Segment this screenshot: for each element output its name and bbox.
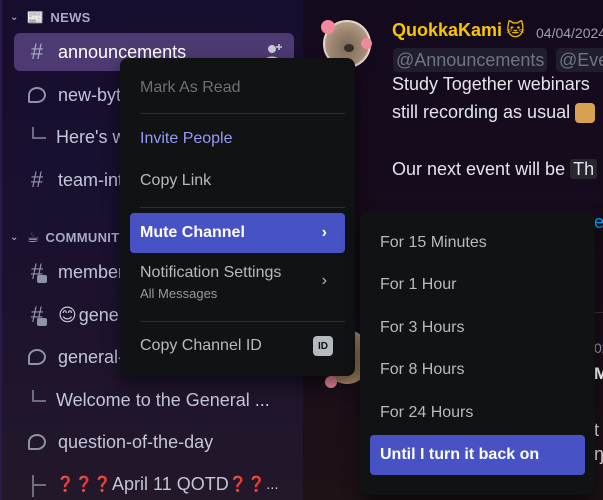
hash-icon: # — [30, 39, 44, 64]
channel-label: question-of-the-day — [58, 431, 214, 452]
author-fragment: M — [594, 364, 603, 383]
mute-option-8-hours[interactable]: For 8 Hours — [370, 350, 585, 390]
thread-label: Welcome to the General ... — [56, 389, 270, 410]
message-timestamp: 04/04/2024 — [536, 25, 603, 41]
category-news[interactable]: ⌄ 📰 NEWS — [10, 7, 91, 27]
menu-separator — [140, 321, 345, 322]
channel-context-menu: Mark As Read Invite People Copy Link Mut… — [120, 58, 355, 376]
id-badge-icon: ID — [313, 336, 333, 356]
hash-thread-icon: # — [30, 259, 48, 284]
menu-item-copy-link[interactable]: Copy Link — [130, 161, 345, 201]
coffee-icon: ☕ — [26, 228, 40, 245]
message-author[interactable]: QuokkaKami 🐱 — [392, 20, 525, 41]
category-community[interactable]: ⌄ ☕ COMMUNITY — [10, 227, 128, 247]
message-text: Our next event will be Th — [392, 159, 598, 180]
hash-thread-icon: # — [30, 302, 48, 327]
menu-item-invite-people[interactable]: Invite People — [130, 119, 345, 159]
hash-icon: # — [30, 167, 44, 192]
menu-item-mute-channel[interactable]: Mute Channel › — [130, 213, 345, 253]
question-emoji-icon: ❓❓... — [228, 476, 279, 493]
link-text[interactable]: er — [594, 212, 603, 233]
smile-emoji-icon: 😊 — [58, 304, 77, 325]
menu-separator — [140, 207, 345, 208]
flower-decoration-icon — [325, 376, 337, 388]
question-emoji-icon: ❓❓❓ — [56, 476, 113, 493]
chevron-right-icon: › — [321, 272, 327, 289]
thread-label: April 11 QOTD — [112, 473, 229, 494]
message-text-fragment: ŋ — [594, 444, 603, 464]
channel-question-of-the-day[interactable]: question-of-the-day — [14, 423, 294, 461]
category-label: COMMUNITY — [45, 229, 129, 245]
mute-option-until-turned-back-on[interactable]: Until I turn it back on — [370, 435, 585, 475]
newspaper-icon: 📰 — [26, 8, 45, 25]
menu-item-mark-as-read[interactable]: Mark As Read — [130, 68, 345, 108]
forum-icon — [26, 434, 48, 450]
inline-code: Th — [570, 159, 598, 179]
mute-option-3-hours[interactable]: For 3 Hours — [370, 308, 585, 348]
thread-spine-icon — [32, 390, 46, 402]
menu-item-notification-settings[interactable]: Notification Settings All Messages › — [130, 258, 345, 308]
mute-option-15-minutes[interactable]: For 15 Minutes — [370, 223, 585, 263]
cool-dog-emoji-icon — [575, 103, 596, 124]
category-label: NEWS — [50, 9, 91, 25]
notification-setting-value: All Messages — [140, 286, 218, 301]
thread-spine-icon — [32, 475, 46, 497]
message-text: still recording as usual — [392, 102, 596, 124]
chevron-down-icon: ⌄ — [10, 231, 19, 243]
forum-icon — [26, 349, 48, 365]
mute-option-24-hours[interactable]: For 24 Hours — [370, 393, 585, 433]
mute-duration-submenu: For 15 Minutes For 1 Hour For 3 Hours Fo… — [360, 212, 595, 495]
flower-decoration-icon — [361, 38, 372, 49]
cat-emoji-icon: 🐱 — [506, 20, 525, 40]
mute-option-1-hour[interactable]: For 1 Hour — [370, 265, 585, 305]
message-text: Study Together webinars — [392, 74, 590, 94]
thread-welcome-general[interactable]: Welcome to the General ... — [32, 383, 302, 417]
thread-april-11-qotd[interactable]: ❓❓❓ April 11 QOTD ❓❓... — [32, 467, 302, 500]
chevron-down-icon: ⌄ — [10, 11, 19, 23]
menu-item-copy-channel-id[interactable]: Copy Channel ID ID — [130, 326, 345, 366]
role-mention[interactable]: @Everyone — [556, 48, 603, 72]
flower-decoration-icon — [321, 20, 335, 34]
role-mention[interactable]: @Announcements — [393, 48, 548, 72]
menu-separator — [140, 113, 345, 114]
thread-spine-icon — [32, 127, 46, 139]
chevron-right-icon: › — [321, 224, 327, 241]
message-timestamp-fragment: 02 — [594, 340, 603, 356]
forum-icon — [26, 87, 48, 103]
